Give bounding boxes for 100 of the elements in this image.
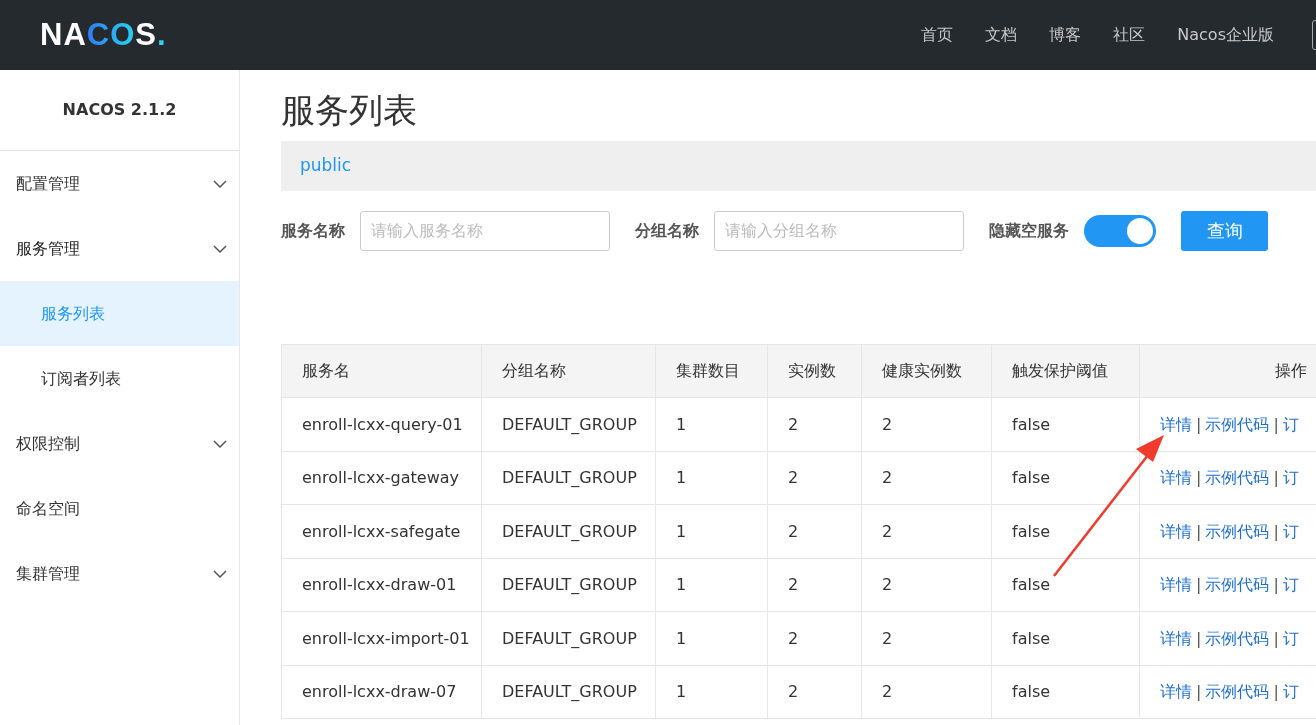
toggle-label: 隐藏空服务 xyxy=(989,219,1069,242)
action-link[interactable]: 示例代码 xyxy=(1205,414,1270,434)
table-cell: 2 xyxy=(861,397,992,452)
action-link[interactable]: 示例代码 xyxy=(1205,521,1270,541)
sidebar-item[interactable]: 权限控制 xyxy=(0,411,239,476)
chevron-icon xyxy=(213,244,227,253)
sidebar-item[interactable]: 配置管理 xyxy=(0,151,239,216)
toggle-switch[interactable] xyxy=(1084,214,1156,247)
table-cell: enroll-lcxx-gateway xyxy=(281,451,482,505)
sidebar-item[interactable]: 服务管理 xyxy=(0,216,239,281)
action-link[interactable]: 订 xyxy=(1282,468,1299,488)
link-separator: | xyxy=(1273,575,1279,595)
column-header: 健康实例数 xyxy=(861,344,992,398)
table-cell: enroll-lcxx-draw-07 xyxy=(281,665,482,719)
table-cell: DEFAULT_GROUP xyxy=(481,558,656,612)
nav-link[interactable]: Nacos企业版 xyxy=(1161,23,1290,47)
action-link[interactable]: 详情 xyxy=(1160,414,1192,434)
nav-link[interactable]: 社区 xyxy=(1097,23,1162,47)
table-cell: DEFAULT_GROUP xyxy=(481,451,656,505)
table-cell: DEFAULT_GROUP xyxy=(481,397,656,452)
table-cell: false xyxy=(991,558,1140,612)
table-cell: 1 xyxy=(655,611,768,666)
table-cell: 2 xyxy=(861,504,992,559)
namespace-link[interactable]: public xyxy=(300,153,352,179)
action-link[interactable]: 订 xyxy=(1282,628,1299,648)
action-link[interactable]: 详情 xyxy=(1160,575,1192,595)
link-separator: | xyxy=(1196,628,1202,648)
table-cell: 2 xyxy=(767,397,862,452)
table-cell: 2 xyxy=(861,558,992,612)
table-cell: 2 xyxy=(767,558,862,612)
table-cell: 2 xyxy=(767,665,862,719)
table-cell: false xyxy=(991,665,1140,719)
search-field[interactable]: 请输入分组名称 xyxy=(714,210,964,251)
action-link[interactable]: 订 xyxy=(1282,521,1299,541)
table-cell: 1 xyxy=(655,397,768,452)
action-link[interactable]: 详情 xyxy=(1160,628,1192,648)
search-field[interactable]: 请输入服务名称 xyxy=(360,210,610,251)
link-separator: | xyxy=(1273,521,1279,541)
version-title: NACOS 2.1.2 xyxy=(0,70,239,151)
link-separator: | xyxy=(1273,628,1279,648)
table-cell: 1 xyxy=(655,451,768,505)
table-cell: enroll-lcxx-draw-01 xyxy=(281,558,482,612)
table-cell: 2 xyxy=(767,611,862,666)
column-header: 操作 xyxy=(1139,344,1316,398)
link-separator: | xyxy=(1196,414,1202,434)
action-link[interactable]: 详情 xyxy=(1160,468,1192,488)
link-separator: | xyxy=(1273,468,1279,488)
nav-link[interactable]: 文档 xyxy=(969,23,1034,47)
action-link[interactable]: 示例代码 xyxy=(1205,628,1270,648)
sidebar-item[interactable]: 命名空间 xyxy=(0,476,239,541)
link-separator: | xyxy=(1196,468,1202,488)
action-link[interactable]: 订 xyxy=(1282,682,1299,702)
table-cell: 1 xyxy=(655,665,768,719)
filter-label: 分组名称 xyxy=(635,219,699,242)
table-cell: 2 xyxy=(861,451,992,505)
link-separator: | xyxy=(1196,682,1202,702)
column-header: 分组名称 xyxy=(481,344,656,398)
filter-label: 服务名称 xyxy=(281,219,345,242)
table-cell: 2 xyxy=(767,504,862,559)
table-cell: 2 xyxy=(861,665,992,719)
table-cell: false xyxy=(991,611,1140,666)
nacos-logo[interactable]: NACOS. xyxy=(40,11,167,59)
link-separator: | xyxy=(1196,575,1202,595)
link-separator: | xyxy=(1273,682,1279,702)
query-button[interactable]: 查询 xyxy=(1181,210,1268,251)
column-header: 集群数目 xyxy=(655,344,768,398)
action-link[interactable]: 示例代码 xyxy=(1205,575,1270,595)
column-header: 实例数 xyxy=(767,344,862,398)
chevron-icon xyxy=(213,439,227,448)
table-cell: 2 xyxy=(767,451,862,505)
table-cell: 2 xyxy=(861,611,992,666)
table-cell: enroll-lcxx-query-01 xyxy=(281,397,482,452)
table-cell: false xyxy=(991,397,1140,452)
nav-link[interactable]: 博客 xyxy=(1033,23,1098,47)
sidebar-subitem[interactable]: 订阅者列表 xyxy=(0,346,239,411)
table-cell: enroll-lcxx-import-01 xyxy=(281,611,482,666)
table-cell: DEFAULT_GROUP xyxy=(481,665,656,719)
action-link[interactable]: 示例代码 xyxy=(1205,682,1270,702)
table-cell: DEFAULT_GROUP xyxy=(481,504,656,559)
nav-link[interactable]: 首页 xyxy=(905,23,970,47)
sidebar-item[interactable]: 集群管理 xyxy=(0,541,239,606)
action-link[interactable]: 详情 xyxy=(1160,682,1192,702)
chevron-icon xyxy=(213,569,227,578)
table-cell: DEFAULT_GROUP xyxy=(481,611,656,666)
table-cell: 1 xyxy=(655,504,768,559)
link-separator: | xyxy=(1196,521,1202,541)
table-cell: 1 xyxy=(655,558,768,612)
link-separator: | xyxy=(1273,414,1279,434)
sidebar-subitem[interactable]: 服务列表 xyxy=(0,281,239,346)
action-link[interactable]: 订 xyxy=(1282,575,1299,595)
column-header: 服务名 xyxy=(281,344,482,398)
column-header: 触发保护阈值 xyxy=(991,344,1140,398)
action-link[interactable]: 详情 xyxy=(1160,521,1192,541)
table-cell: false xyxy=(991,504,1140,559)
table-cell: enroll-lcxx-safegate xyxy=(281,504,482,559)
table-cell: false xyxy=(991,451,1140,505)
chevron-icon xyxy=(213,179,227,188)
action-link[interactable]: 订 xyxy=(1282,414,1299,434)
action-link[interactable]: 示例代码 xyxy=(1205,468,1270,488)
page-title: 服务列表 xyxy=(281,90,418,131)
